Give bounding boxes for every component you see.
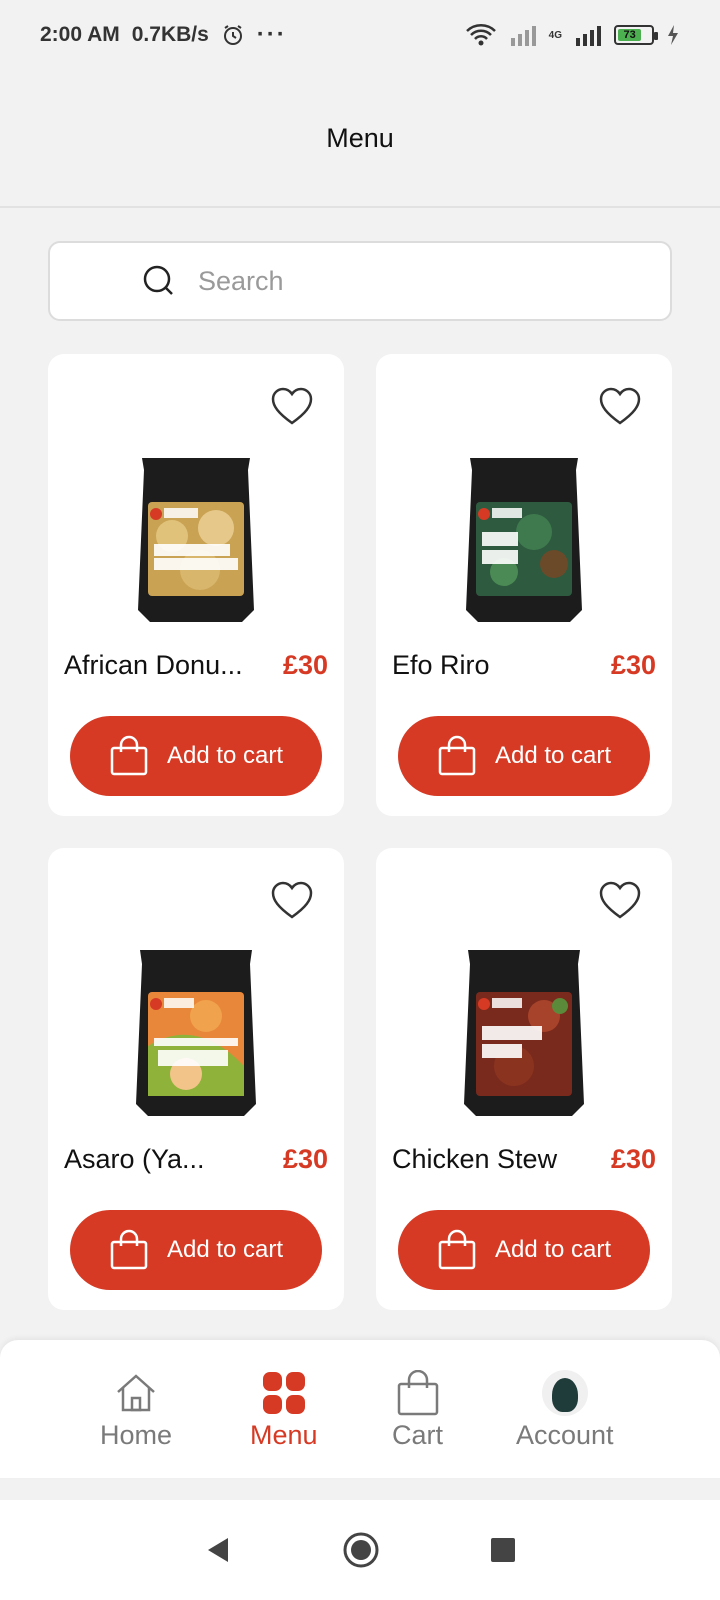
page-header: Menu: [0, 70, 720, 208]
shopping-bag-icon: [438, 735, 476, 776]
charging-icon: [668, 25, 678, 45]
battery-level: 73: [618, 29, 642, 41]
product-name: Chicken Stew: [392, 1144, 558, 1174]
alarm-icon: [223, 25, 242, 45]
shopping-bag-icon: [110, 1229, 148, 1270]
bottom-navigation: Home Menu Cart Account: [0, 1340, 720, 1478]
home-icon: [117, 1374, 155, 1412]
favorite-heart-icon[interactable]: [598, 880, 642, 920]
signal-icon: [510, 26, 536, 46]
efo-riro-product-image: [466, 458, 582, 622]
grid-menu-icon: [262, 1372, 305, 1414]
asaro-product-image: [136, 950, 256, 1116]
product-card[interactable]: Efo Riro £30 Add to cart: [376, 354, 672, 816]
network-type-label: 4G: [548, 29, 562, 41]
search-input[interactable]: [198, 265, 578, 297]
more-notifications-icon: ···: [256, 21, 287, 48]
product-card[interactable]: Chicken Stew £30 Add to cart: [376, 848, 672, 1310]
african-donut-mix-product-image: [138, 458, 254, 622]
shopping-bag-icon: [110, 735, 148, 776]
status-speed: 0.7KB/s: [131, 23, 209, 46]
add-to-cart-button[interactable]: Add to cart: [70, 1210, 322, 1290]
status-time: 2:00 AM: [40, 23, 120, 46]
add-to-cart-button[interactable]: Add to cart: [398, 716, 650, 796]
favorite-heart-icon[interactable]: [270, 386, 314, 426]
signal-4g-icon: [576, 26, 601, 46]
product-price: £30: [282, 650, 328, 680]
battery-icon: 73: [614, 25, 658, 45]
add-to-cart-button[interactable]: Add to cart: [70, 716, 322, 796]
product-card[interactable]: Asaro (Ya... £30 Add to cart: [48, 848, 344, 1310]
add-to-cart-label: Add to cart: [494, 1236, 612, 1263]
back-icon[interactable]: [204, 1535, 232, 1565]
product-price: £30: [610, 650, 656, 680]
search-bar[interactable]: [48, 241, 672, 321]
shopping-bag-icon: [438, 1229, 476, 1270]
product-name: Asaro (Ya...: [64, 1144, 205, 1174]
product-name: Efo Riro: [392, 650, 490, 680]
product-price: £30: [610, 1144, 656, 1174]
favorite-heart-icon[interactable]: [598, 386, 642, 426]
product-card[interactable]: African Donu... £30 Add to cart: [48, 354, 344, 816]
status-bar: 2:00 AM 0.7KB/s ··· 4G 73: [0, 0, 720, 70]
system-navigation-bar: [0, 1500, 720, 1600]
nav-home[interactable]: Home: [100, 1370, 172, 1451]
add-to-cart-label: Add to cart: [494, 742, 612, 769]
shopping-bag-icon: [397, 1370, 438, 1416]
add-to-cart-label: Add to cart: [166, 1236, 284, 1263]
nav-account-label: Account: [516, 1420, 614, 1450]
chicken-stew-product-image: [464, 950, 584, 1116]
search-icon: [143, 265, 173, 295]
product-name: African Donu...: [64, 650, 243, 680]
nav-home-label: Home: [100, 1420, 173, 1450]
nav-menu[interactable]: Menu: [250, 1370, 318, 1451]
nav-menu-label: Menu: [250, 1420, 318, 1450]
product-price: £30: [282, 1144, 328, 1174]
favorite-heart-icon[interactable]: [270, 880, 314, 920]
avatar: [541, 1370, 588, 1416]
add-to-cart-label: Add to cart: [166, 742, 284, 769]
nav-cart-label: Cart: [392, 1420, 444, 1450]
add-to-cart-button[interactable]: Add to cart: [398, 1210, 650, 1290]
home-circle-icon[interactable]: [342, 1531, 380, 1569]
wifi-icon: [465, 24, 496, 46]
recents-icon[interactable]: [490, 1537, 516, 1563]
nav-account[interactable]: Account: [516, 1370, 614, 1451]
page-title: Menu: [326, 122, 394, 153]
nav-cart[interactable]: Cart: [392, 1370, 443, 1451]
